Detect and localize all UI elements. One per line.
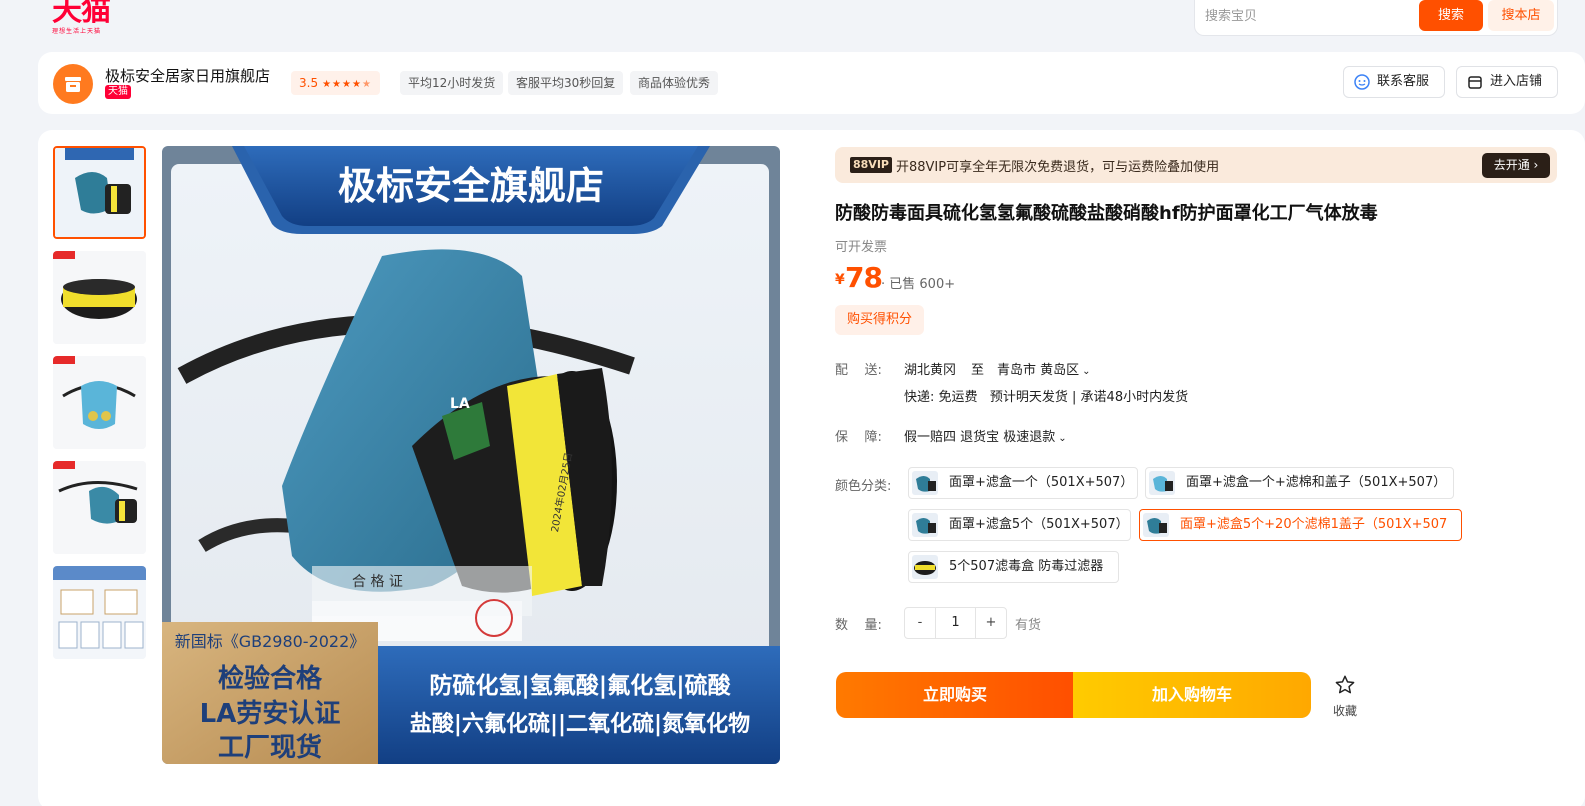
main-product-image[interactable]: LA 合 格 证 2024年02月25日 极标安全旗舰店 新国标《GB2980-… xyxy=(162,146,780,764)
vip-open-button[interactable]: 去开通 › xyxy=(1482,153,1550,178)
guarantee-value[interactable]: 假一赔四 退货宝 极速退款 ⌄ xyxy=(904,426,1067,445)
price-symbol: ¥ xyxy=(835,272,845,288)
delivery-to-word: 至 xyxy=(971,363,985,378)
thumbnail-3[interactable] xyxy=(53,356,146,449)
quantity-label: 数 量: xyxy=(835,618,882,633)
enter-store-label: 进入店铺 xyxy=(1490,74,1543,89)
invoice-note: 可开发票 xyxy=(835,240,888,255)
delivery-destination[interactable]: 青岛市 黄岛区 ⌄ xyxy=(997,359,1091,378)
sku-thumbnail xyxy=(1143,513,1169,537)
vip-banner: 88VIP 开88VIP可享全年无限次免费退货，可与运费险叠加使用 去开通 › xyxy=(835,147,1557,183)
quantity-input[interactable]: 1 xyxy=(936,608,975,638)
destination-text: 青岛市 黄岛区 xyxy=(997,363,1080,378)
product-title: 防酸防毒面具硫化氢氢氟酸硫酸盐酸硝酸hf防护面罩化工厂气体放毒 xyxy=(835,203,1378,224)
buy-now-button[interactable]: 立即购买 xyxy=(836,672,1074,718)
badge-line-2: 检验合格 xyxy=(218,663,323,694)
footer-line-2: 盐酸|六氟化硫||二氧化硫|氮氧化物 xyxy=(410,711,750,737)
chevron-down-icon: ⌄ xyxy=(1058,433,1067,444)
sku-option-3[interactable]: 面罩+滤盒5个（501X+507） xyxy=(908,509,1131,541)
enter-store-button[interactable]: 进入店铺 xyxy=(1456,66,1558,98)
search-input[interactable] xyxy=(1195,0,1417,32)
search-bar: 搜索 搜本店 xyxy=(1194,0,1558,36)
rating-value: 3.5 xyxy=(299,76,319,90)
delivery-detail: 快递: 免运费 预计明天发货 | 承诺48小时内发货 xyxy=(904,390,1189,405)
store-bar: 极标安全居家日用旗舰店 天猫 3.5 ★★★★★ 平均12小时发货 客服平均30秒… xyxy=(38,52,1585,114)
price-value: 78 xyxy=(845,261,883,294)
guarantee-text: 假一赔四 退货宝 极速退款 xyxy=(904,430,1056,445)
badge-line-4: 工厂现货 xyxy=(218,732,322,763)
svg-text:LA: LA xyxy=(450,396,470,412)
chevron-down-icon: ⌄ xyxy=(1082,366,1091,377)
badge-line-3: LA劳安认证 xyxy=(200,699,341,729)
sku-thumbnail xyxy=(912,471,938,495)
favorite-label: 收藏 xyxy=(1332,704,1357,718)
sku-option-label: 面罩+滤盒一个+滤棉和盖子（501X+507） xyxy=(1186,475,1447,490)
thumbnail-image xyxy=(55,148,144,237)
store-chip-service: 客服平均30秒回复 xyxy=(508,71,624,95)
product-photo: LA 合 格 证 2024年02月25日 极标安全旗舰店 新国标《GB2980-… xyxy=(162,146,780,764)
thumbnail-5[interactable] xyxy=(53,566,146,659)
stock-status: 有货 xyxy=(1015,618,1042,633)
thumbnail-1[interactable] xyxy=(53,146,146,239)
badge-line-1: 新国标《GB2980-2022》 xyxy=(175,632,366,651)
sku-option-label: 5个507滤毒盒 防毒过滤器 xyxy=(949,559,1104,574)
delivery-from: 湖北黄冈 xyxy=(904,363,957,378)
contact-service-label: 联系客服 xyxy=(1377,74,1430,89)
star-icon xyxy=(1335,675,1355,694)
footer-line-1: 防硫化氢|氢氟酸|氟化氢|硫酸 xyxy=(429,672,731,699)
thumbnail-image xyxy=(53,566,146,659)
search-button[interactable]: 搜索 xyxy=(1419,0,1483,31)
sku-thumbnail xyxy=(912,555,938,579)
thumbnail-image xyxy=(53,251,146,344)
sku-thumbnail xyxy=(1149,471,1175,495)
sold-count: · 已售 600+ xyxy=(881,277,956,292)
thumbnail-2[interactable] xyxy=(53,251,146,344)
sku-option-label: 面罩+滤盒5个+20个滤棉1盖子（501X+507 xyxy=(1180,517,1448,532)
quantity-stepper: - 1 + xyxy=(904,607,1007,639)
thumbnail-image xyxy=(53,461,146,554)
points-badge[interactable]: 购买得积分 xyxy=(835,305,925,335)
store-avatar[interactable] xyxy=(53,64,93,104)
thumbnail-image xyxy=(53,356,146,449)
contact-service-button[interactable]: 联系客服 xyxy=(1343,66,1445,98)
sku-option-label: 面罩+滤盒一个（501X+507） xyxy=(949,475,1134,490)
banner-title: 极标安全旗舰店 xyxy=(338,164,604,208)
guarantee-label: 保 障: xyxy=(835,430,882,445)
tmall-logo[interactable]: 天猫 理想生活上天猫 xyxy=(52,0,122,36)
sku-thumbnail xyxy=(912,513,938,537)
logo-text: 天猫 xyxy=(52,0,111,28)
sku-label: 颜色分类: xyxy=(835,479,892,494)
favorite-button[interactable]: 收藏 xyxy=(1328,674,1362,718)
chat-icon xyxy=(1354,74,1370,90)
store-icon xyxy=(65,77,81,92)
store-search-button[interactable]: 搜本店 xyxy=(1488,0,1554,31)
shop-icon xyxy=(1468,76,1482,89)
quantity-increase-button[interactable]: + xyxy=(975,608,1006,638)
delivery-label: 配 送: xyxy=(835,363,882,378)
sku-option-4[interactable]: 面罩+滤盒5个+20个滤棉1盖子（501X+507 xyxy=(1139,509,1462,541)
sku-option-1[interactable]: 面罩+滤盒一个（501X+507） xyxy=(908,467,1138,499)
sku-option-5[interactable]: 5个507滤毒盒 防毒过滤器 xyxy=(908,551,1119,583)
vip-text: 开88VIP可享全年无限次免费退货，可与运费险叠加使用 xyxy=(896,160,1220,175)
store-chip-experience: 商品体验优秀 xyxy=(630,71,719,95)
logo-slogan: 理想生活上天猫 xyxy=(52,28,102,35)
store-name[interactable]: 极标安全居家日用旗舰店 xyxy=(105,65,270,86)
quantity-decrease-button[interactable]: - xyxy=(905,608,936,638)
cert-label: 合 格 证 xyxy=(352,574,403,590)
tmall-tag: 天猫 xyxy=(105,85,131,99)
star-rating-icon: ★★★★★ xyxy=(322,79,372,90)
thumbnail-4[interactable] xyxy=(53,461,146,554)
store-rating: 3.5 ★★★★★ xyxy=(291,71,380,95)
store-chip-shipping: 平均12小时发货 xyxy=(400,71,504,95)
add-to-cart-button[interactable]: 加入购物车 xyxy=(1073,672,1311,718)
vip-badge: 88VIP xyxy=(850,157,892,173)
sku-option-label: 面罩+滤盒5个（501X+507） xyxy=(949,517,1129,532)
sku-option-2[interactable]: 面罩+滤盒一个+滤棉和盖子（501X+507） xyxy=(1145,467,1454,499)
